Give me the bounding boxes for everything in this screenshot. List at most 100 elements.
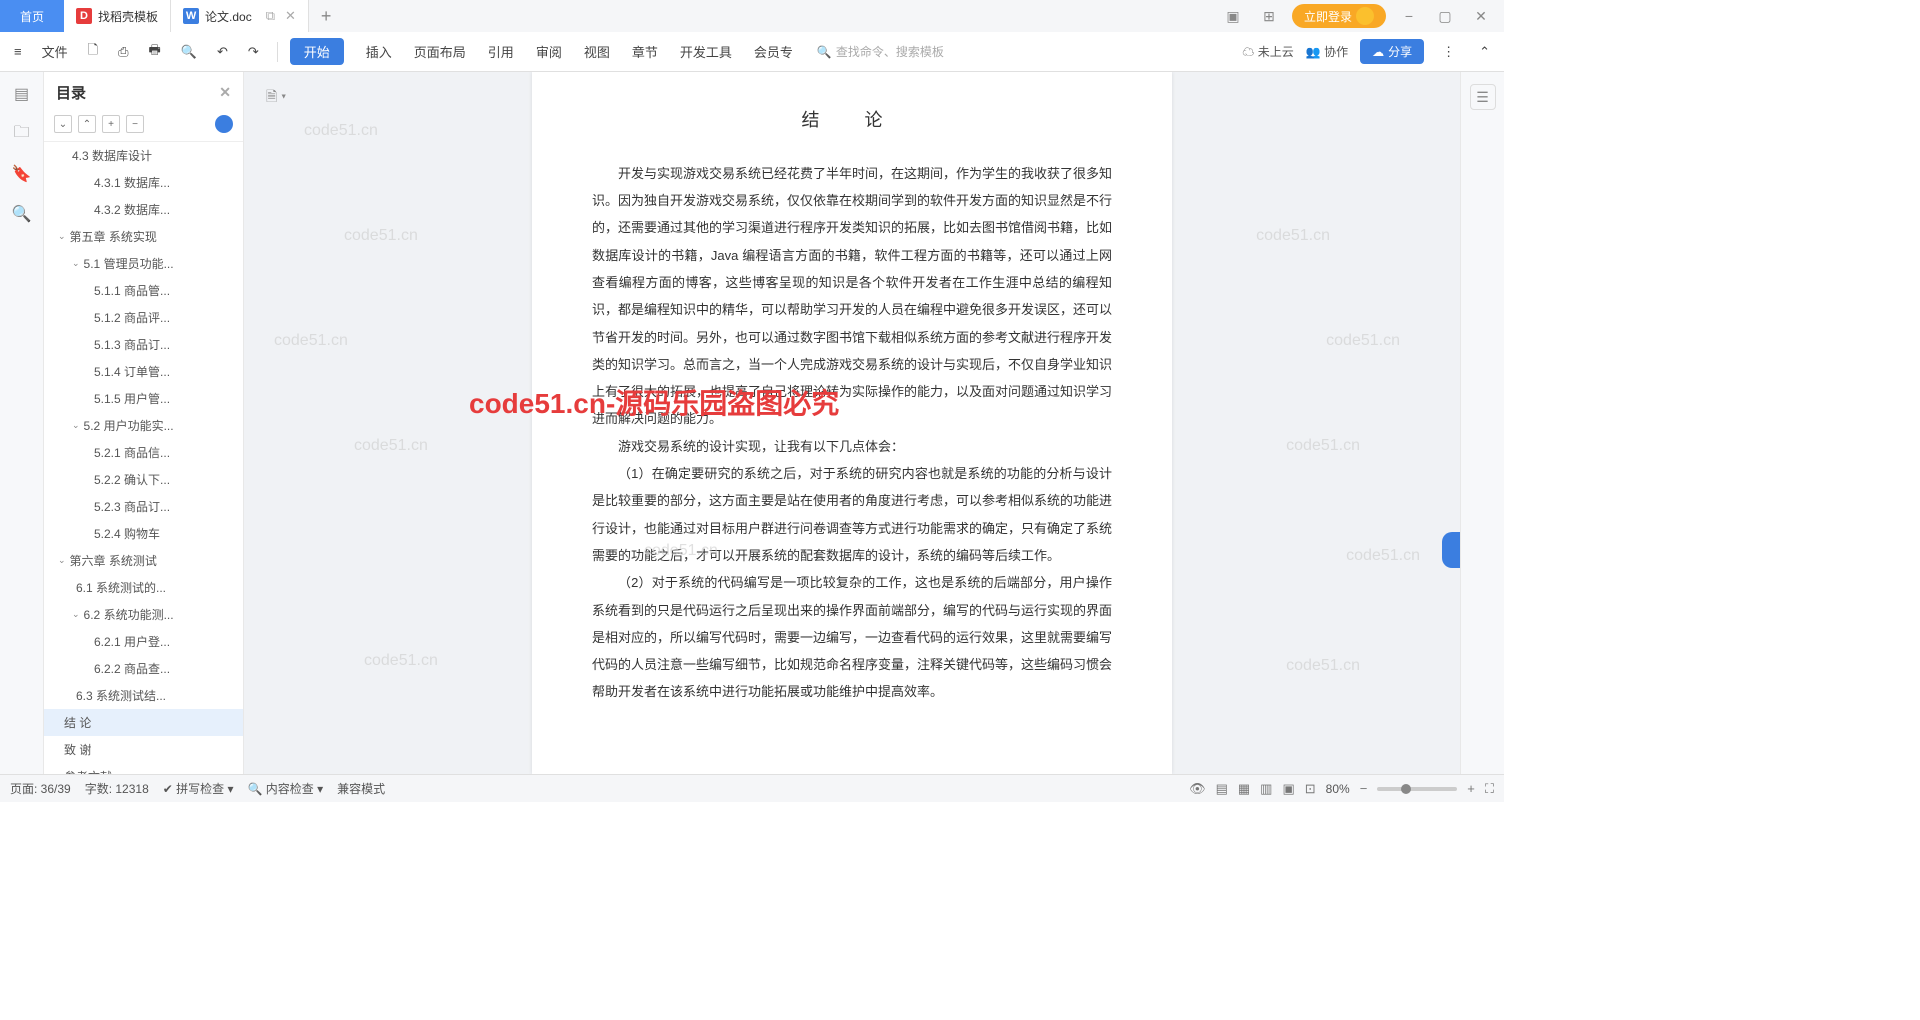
- outline-item[interactable]: 5.1.3 商品订...: [44, 331, 243, 358]
- zoom-fit-icon[interactable]: ⊡: [1305, 781, 1316, 797]
- menu-layout[interactable]: 页面布局: [412, 38, 468, 65]
- bookmark-icon[interactable]: 🔖: [12, 164, 32, 184]
- watermark: code51.cn: [1326, 332, 1400, 350]
- word-count[interactable]: 字数: 12318: [85, 780, 149, 797]
- outline-list: 4.3 数据库设计4.3.1 数据库...4.3.2 数据库...⌄第五章 系统…: [44, 142, 243, 774]
- close-icon[interactable]: ✕: [1468, 8, 1494, 25]
- menu-dev[interactable]: 开发工具: [678, 38, 734, 65]
- outline-panel: 目录 ✕ ⌄ ⌃ + − 4.3 数据库设计4.3.1 数据库...4.3.2 …: [44, 72, 244, 774]
- tab-document[interactable]: W 论文.doc ⧉ ✕: [171, 0, 309, 32]
- outline-add[interactable]: +: [102, 115, 120, 133]
- panel-icon[interactable]: ▣: [1220, 8, 1246, 25]
- preview-icon[interactable]: 🔍: [175, 40, 203, 64]
- outline-item[interactable]: ⌄第五章 系统实现: [44, 223, 243, 250]
- compat-mode[interactable]: 兼容模式: [337, 780, 385, 797]
- watermark: code51.cn: [364, 652, 438, 670]
- outline-icon[interactable]: ▤: [12, 84, 32, 104]
- layout4-icon[interactable]: ▣: [1282, 781, 1294, 797]
- cloud-status[interactable]: ☁ 未上云: [1242, 43, 1293, 60]
- watermark: code51.cn: [1286, 437, 1360, 455]
- side-handle[interactable]: [1442, 532, 1460, 568]
- word-icon: W: [183, 8, 199, 24]
- layout3-icon[interactable]: ▥: [1260, 781, 1272, 797]
- outline-item[interactable]: 5.1.1 商品管...: [44, 277, 243, 304]
- zoom-level[interactable]: 80%: [1326, 782, 1350, 796]
- outline-expand-all[interactable]: ⌃: [78, 115, 96, 133]
- save-icon[interactable]: 🗋: [82, 37, 104, 67]
- doc-menu-icon[interactable]: 🗎 ▾: [266, 86, 286, 110]
- zoom-out-icon[interactable]: −: [1360, 781, 1368, 796]
- find-icon[interactable]: 🔍: [12, 204, 32, 224]
- minimize-icon[interactable]: −: [1396, 8, 1422, 24]
- grid-icon[interactable]: ⊞: [1256, 8, 1282, 25]
- watermark: code51.cn: [274, 332, 348, 350]
- fullscreen-icon[interactable]: ⛶: [1485, 781, 1494, 797]
- outline-item[interactable]: 6.2.1 用户登...: [44, 628, 243, 655]
- tab-start[interactable]: 开始: [290, 38, 344, 65]
- outline-close-icon[interactable]: ✕: [219, 84, 231, 101]
- undo-icon[interactable]: ↶: [211, 40, 234, 64]
- saveas-icon[interactable]: ⎙: [112, 40, 134, 64]
- redo-icon[interactable]: ↷: [242, 40, 265, 64]
- outline-item[interactable]: 5.2.3 商品订...: [44, 493, 243, 520]
- search-placeholder: 查找命令、搜索模板: [836, 43, 944, 60]
- content-check[interactable]: 🔍 内容检查 ▾: [248, 780, 324, 797]
- spellcheck[interactable]: ✔ 拼写检查 ▾: [163, 780, 234, 797]
- share-icon: ☁: [1372, 45, 1384, 59]
- outline-item[interactable]: 4.3.1 数据库...: [44, 169, 243, 196]
- new-tab[interactable]: +: [309, 0, 344, 32]
- outline-item[interactable]: 致 谢: [44, 736, 243, 763]
- outline-item[interactable]: 5.2.2 确认下...: [44, 466, 243, 493]
- share-button[interactable]: ☁ 分享: [1360, 39, 1424, 64]
- page-indicator[interactable]: 页面: 36/39: [10, 780, 71, 797]
- outline-item[interactable]: 5.2.4 购物车: [44, 520, 243, 547]
- menu-icon[interactable]: ≡: [8, 40, 28, 63]
- outline-item[interactable]: ⌄5.2 用户功能实...: [44, 412, 243, 439]
- layout2-icon[interactable]: ▦: [1238, 781, 1250, 797]
- menu-ref[interactable]: 引用: [486, 38, 516, 65]
- outline-item[interactable]: ⌄6.2 系统功能测...: [44, 601, 243, 628]
- outline-item[interactable]: ⌄第六章 系统测试: [44, 547, 243, 574]
- more-icon[interactable]: ⋮: [1436, 40, 1461, 64]
- menu-insert[interactable]: 插入: [364, 38, 394, 65]
- zoom-in-icon[interactable]: +: [1467, 781, 1475, 796]
- layout1-icon[interactable]: ▤: [1216, 781, 1228, 797]
- login-button[interactable]: 立即登录: [1292, 4, 1386, 28]
- outline-item[interactable]: ⌄5.1 管理员功能...: [44, 250, 243, 277]
- collapse-icon[interactable]: ⌃: [1473, 40, 1496, 64]
- print-icon[interactable]: 🖶: [142, 37, 166, 67]
- list-icon[interactable]: ☰: [1470, 84, 1496, 110]
- tab-home[interactable]: 首页: [0, 0, 64, 32]
- outline-item[interactable]: 6.2.2 商品查...: [44, 655, 243, 682]
- folder-icon[interactable]: 🗀: [12, 124, 32, 144]
- search-input[interactable]: 🔍 查找命令、搜索模板: [817, 43, 997, 60]
- file-menu[interactable]: 文件: [36, 38, 74, 65]
- window-icon[interactable]: ⧉: [266, 8, 275, 24]
- outline-item[interactable]: 4.3.2 数据库...: [44, 196, 243, 223]
- menu-review[interactable]: 审阅: [534, 38, 564, 65]
- maximize-icon[interactable]: ▢: [1432, 8, 1458, 25]
- zoom-slider[interactable]: [1377, 787, 1457, 791]
- menu-chapter[interactable]: 章节: [630, 38, 660, 65]
- outline-remove[interactable]: −: [126, 115, 144, 133]
- outline-collapse-all[interactable]: ⌄: [54, 115, 72, 133]
- collab-button[interactable]: 👥 协作: [1306, 43, 1348, 60]
- outline-item[interactable]: 5.1.4 订单管...: [44, 358, 243, 385]
- outline-item[interactable]: 6.3 系统测试结...: [44, 682, 243, 709]
- outline-item[interactable]: 5.1.2 商品评...: [44, 304, 243, 331]
- outline-item[interactable]: 5.1.5 用户管...: [44, 385, 243, 412]
- close-tab-icon[interactable]: ✕: [285, 8, 296, 24]
- outline-item[interactable]: 4.3 数据库设计: [44, 142, 243, 169]
- avatar-icon: [1356, 7, 1374, 25]
- tab-template[interactable]: D 找稻壳模板: [64, 0, 171, 32]
- document-area[interactable]: 🗎 ▾ 结 论 开发与实现游戏交易系统已经花费了半年时间，在这期间，作为学生的我…: [244, 72, 1460, 774]
- outline-item[interactable]: 6.1 系统测试的...: [44, 574, 243, 601]
- menu-member[interactable]: 会员专: [752, 38, 795, 65]
- eye-icon[interactable]: 👁: [1189, 781, 1206, 797]
- outline-item[interactable]: 结 论: [44, 709, 243, 736]
- outline-sync-icon[interactable]: [215, 115, 233, 133]
- toolbar: ≡ 文件 🗋 ⎙ 🖶 🔍 ↶ ↷ 开始 插入 页面布局 引用 审阅 视图 章节 …: [0, 32, 1504, 72]
- outline-item[interactable]: 参考文献: [44, 763, 243, 774]
- menu-view[interactable]: 视图: [582, 38, 612, 65]
- outline-item[interactable]: 5.2.1 商品信...: [44, 439, 243, 466]
